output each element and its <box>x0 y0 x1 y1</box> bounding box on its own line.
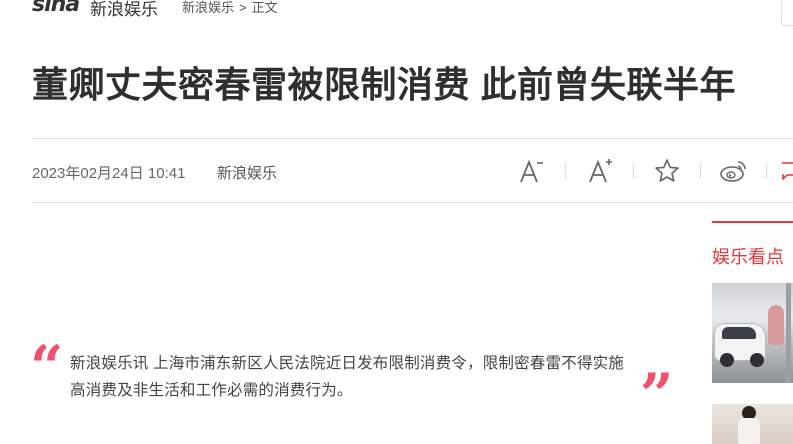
thumbnail-car-window <box>722 327 756 339</box>
font-increase-button[interactable] <box>585 156 615 186</box>
thumbnail-wheel <box>720 353 734 367</box>
sidebar-title: 娱乐看点 <box>712 247 784 267</box>
article-title: 董卿丈夫密春雷被限制消费 此前曾失联半年 <box>32 64 737 105</box>
comment-icon <box>782 159 793 183</box>
thumbnail-person <box>768 305 784 345</box>
favorite-star-icon <box>654 158 680 184</box>
favorite-button[interactable] <box>652 156 682 186</box>
comment-button[interactable] <box>782 156 793 186</box>
font-increase-icon <box>586 157 614 185</box>
breadcrumb-item-home[interactable]: 新浪娱乐 <box>182 0 234 15</box>
sidebar-thumbnail[interactable] <box>712 283 793 383</box>
toolbar-separator <box>766 163 767 179</box>
weibo-share-icon <box>719 158 749 184</box>
font-decrease-icon <box>517 157 545 185</box>
sina-logo-text: sina <box>32 0 80 17</box>
weibo-share-button[interactable] <box>718 156 750 186</box>
close-quote-icon: ” <box>640 361 674 429</box>
top-right-button[interactable] <box>781 0 793 26</box>
article-lead-quote: 新浪娱乐讯 上海市浦东新区人民法院近日发布限制消费令，限制密春雷不得实施高消费及… <box>70 355 625 399</box>
thumbnail-wheel <box>750 353 764 367</box>
sina-logo[interactable]: sina <box>32 0 80 17</box>
breadcrumb: 新浪娱乐 > 正文 <box>182 0 278 16</box>
thumbnail-person-body <box>738 418 760 444</box>
toolbar-separator <box>565 163 566 179</box>
font-decrease-button[interactable] <box>516 156 546 186</box>
sidebar-accent-rule <box>712 221 793 223</box>
divider <box>32 202 793 203</box>
divider <box>32 138 793 139</box>
toolbar-separator <box>700 163 701 179</box>
sidebar-thumbnail[interactable] <box>712 404 793 444</box>
toolbar-separator <box>633 163 634 179</box>
breadcrumb-item-current: 正文 <box>251 0 278 15</box>
publish-date: 2023年02月24日 10:41 <box>32 165 186 182</box>
open-quote-icon: “ <box>30 333 64 401</box>
channel-name[interactable]: 新浪娱乐 <box>90 0 158 20</box>
breadcrumb-separator: > <box>239 0 247 15</box>
thumbnail-pole <box>786 283 791 383</box>
article-source[interactable]: 新浪娱乐 <box>217 162 277 183</box>
